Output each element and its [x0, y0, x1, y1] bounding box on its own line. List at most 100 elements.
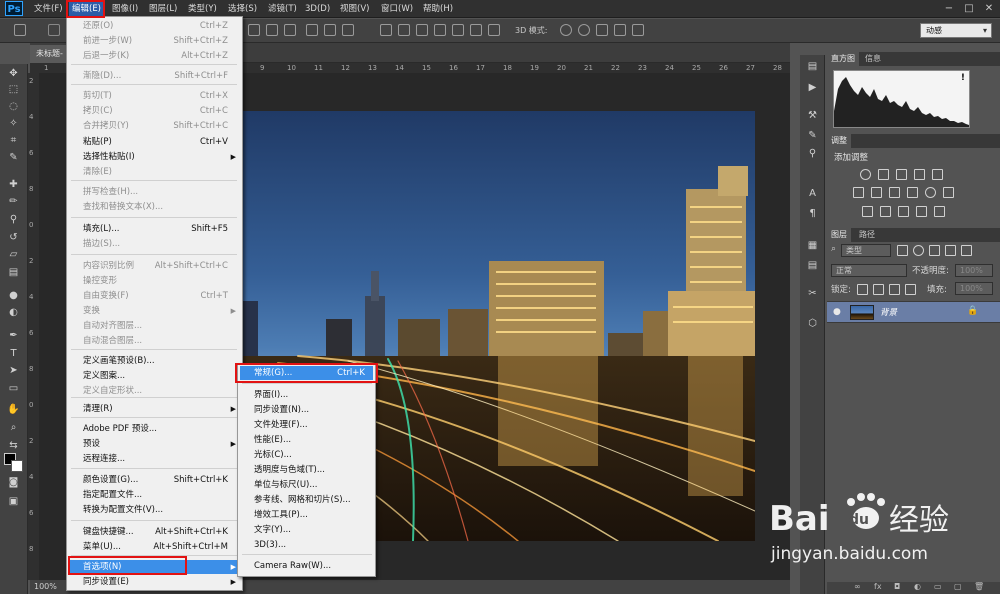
3d-roll-icon[interactable]: [578, 24, 590, 36]
lasso-tool-icon[interactable]: ◌: [6, 101, 21, 113]
move-tool-icon[interactable]: ✥: [6, 68, 21, 80]
clone-stamp-icon[interactable]: ⚲: [6, 214, 21, 226]
preferences-menu-item[interactable]: 透明度与色域(T)...: [240, 463, 373, 477]
new-layer-icon[interactable]: ▢: [954, 582, 962, 591]
align-left-icon[interactable]: [306, 24, 318, 36]
edit-menu-item[interactable]: 首选项(N) ▶: [69, 560, 240, 574]
tab-paths[interactable]: 路径: [855, 228, 879, 242]
gradient-tool-icon[interactable]: ▤: [6, 267, 21, 279]
menu-window[interactable]: 窗口(W): [381, 2, 413, 16]
3d-rotate-icon[interactable]: [560, 24, 572, 36]
properties-panel-icon[interactable]: ✂: [806, 288, 819, 300]
color-balance-icon[interactable]: [871, 187, 882, 198]
edit-menu-item[interactable]: 选择性粘贴(I) ▶: [69, 150, 240, 164]
type-tool-icon[interactable]: T: [6, 348, 21, 360]
selective-color-icon[interactable]: [934, 206, 945, 217]
edit-menu-item[interactable]: 定义画笔预设(B)...: [69, 354, 240, 368]
marquee-tool-icon[interactable]: ⬚: [6, 84, 21, 96]
tab-info[interactable]: 信息: [861, 52, 885, 66]
preferences-menu-item[interactable]: 性能(E)...: [240, 433, 373, 447]
black-white-icon[interactable]: [889, 187, 900, 198]
character-panel-icon[interactable]: A: [806, 188, 819, 200]
edit-menu-item[interactable]: 键盘快捷键... Alt+Shift+Ctrl+K: [69, 525, 240, 539]
menu-select[interactable]: 选择(S): [228, 2, 257, 16]
document-tab[interactable]: 未标题-: [30, 45, 70, 63]
fx-icon[interactable]: fx: [874, 582, 882, 591]
edit-menu-item[interactable]: 预设 ▶: [69, 437, 240, 451]
menu-type[interactable]: 类型(Y): [188, 2, 217, 16]
edit-menu-item[interactable]: 远程连接...: [69, 452, 240, 466]
levels-adjust-icon[interactable]: [878, 169, 889, 180]
3d-scale-icon[interactable]: [632, 24, 644, 36]
lock-all-icon[interactable]: [905, 284, 916, 295]
shape-tool-icon[interactable]: ▭: [6, 383, 21, 395]
color-lookup-icon[interactable]: [943, 187, 954, 198]
preferences-menu-item[interactable]: 常规(G)... Ctrl+K: [240, 366, 373, 380]
add-mask-icon[interactable]: ◘: [894, 582, 900, 591]
layer-name[interactable]: 背景: [880, 306, 897, 318]
clone-source-icon[interactable]: ⚲: [806, 148, 819, 160]
distribute-center-icon[interactable]: [452, 24, 464, 36]
swap-colors-icon[interactable]: ⇆: [6, 440, 21, 452]
exposure-adjust-icon[interactable]: [914, 169, 925, 180]
filter-shape-icon[interactable]: [945, 245, 956, 256]
align-middle-icon[interactable]: [266, 24, 278, 36]
menu-edit[interactable]: 编辑(E): [69, 2, 105, 16]
layer-row-background[interactable]: ● 背景 🔒: [827, 301, 1000, 323]
zoom-level[interactable]: 100%: [34, 582, 57, 591]
preferences-menu-item[interactable]: 单位与标尺(U)...: [240, 478, 373, 492]
edit-menu-item[interactable]: 转换为配置文件(V)...: [69, 503, 240, 517]
menu-help[interactable]: 帮助(H): [423, 2, 453, 16]
edit-menu-item[interactable]: 指定配置文件...: [69, 488, 240, 502]
distribute-left-icon[interactable]: [434, 24, 446, 36]
hue-saturation-icon[interactable]: [853, 187, 864, 198]
menu-file[interactable]: 文件(F): [34, 2, 63, 16]
background-color-swatch[interactable]: [11, 460, 23, 472]
menu-layer[interactable]: 图层(L): [149, 2, 177, 16]
opacity-input[interactable]: 100%: [955, 264, 993, 277]
healing-brush-icon[interactable]: ✚: [6, 179, 21, 191]
link-layers-icon[interactable]: ∞: [854, 582, 861, 591]
preferences-menu-item[interactable]: 参考线、网格和切片(S)...: [240, 493, 373, 507]
menu-3d[interactable]: 3D(D): [305, 2, 330, 16]
path-select-icon[interactable]: ➤: [6, 365, 21, 377]
gradient-map-icon[interactable]: [916, 206, 927, 217]
distribute-middle-icon[interactable]: [398, 24, 410, 36]
edit-menu-item[interactable]: 菜单(U)... Alt+Shift+Ctrl+M: [69, 540, 240, 554]
preferences-menu-item[interactable]: 同步设置(N)...: [240, 403, 373, 417]
filter-pixel-icon[interactable]: [897, 245, 908, 256]
preferences-menu-item[interactable]: 增效工具(P)...: [240, 508, 373, 522]
tool-presets-icon[interactable]: ⚒: [806, 110, 819, 122]
threshold-icon[interactable]: [898, 206, 909, 217]
preferences-menu-item[interactable]: 文字(Y)...: [240, 523, 373, 537]
edit-menu-item[interactable]: Adobe PDF 预设...: [69, 422, 240, 436]
workspace-select[interactable]: 动感: [920, 23, 992, 38]
brush-tool-icon[interactable]: ✏: [6, 196, 21, 208]
brightness-adjust-icon[interactable]: [860, 169, 871, 180]
3d-slide-icon[interactable]: [614, 24, 626, 36]
minimize-icon[interactable]: −: [940, 1, 958, 16]
eye-icon[interactable]: ●: [833, 307, 841, 317]
new-group-icon[interactable]: ▭: [934, 582, 942, 591]
lock-image-icon[interactable]: [873, 284, 884, 295]
filter-type-icon[interactable]: [929, 245, 940, 256]
zoom-tool-icon[interactable]: ⌕: [6, 422, 21, 434]
edit-menu-item[interactable]: 粘贴(P) Ctrl+V: [69, 135, 240, 149]
eraser-icon[interactable]: ▱: [6, 249, 21, 261]
edit-menu-item[interactable]: 定义图案...: [69, 369, 240, 383]
edit-menu-item[interactable]: 颜色设置(G)... Shift+Ctrl+K: [69, 473, 240, 487]
edit-menu-item[interactable]: 同步设置(E) ▶: [69, 575, 240, 589]
vibrance-adjust-icon[interactable]: [932, 169, 943, 180]
preferences-menu-item[interactable]: Camera Raw(W)...: [240, 559, 373, 573]
distribute-bottom-icon[interactable]: [416, 24, 428, 36]
screen-mode-icon[interactable]: ▣: [6, 496, 21, 508]
tab-layers[interactable]: 图层: [827, 228, 851, 242]
filter-adjust-icon[interactable]: [913, 245, 924, 256]
quick-mask-icon[interactable]: ◙: [6, 477, 21, 489]
tab-adjustments[interactable]: 调整: [827, 134, 851, 148]
preferences-menu-item[interactable]: 3D(3)...: [240, 538, 373, 552]
preferences-menu-item[interactable]: 界面(I)...: [240, 388, 373, 402]
pen-tool-icon[interactable]: ✒: [6, 330, 21, 342]
actions-panel-icon[interactable]: ▶: [806, 82, 819, 94]
menu-view[interactable]: 视图(V): [340, 2, 369, 16]
